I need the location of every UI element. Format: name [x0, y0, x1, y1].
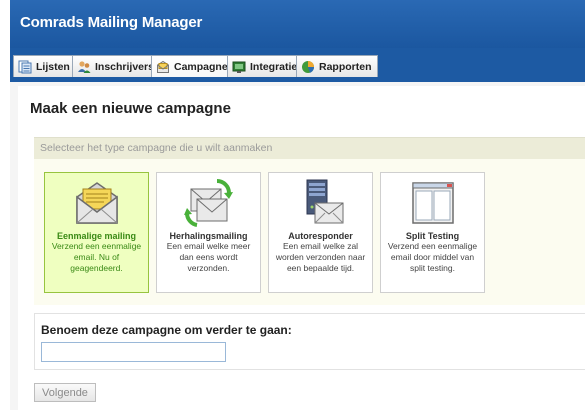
campaign-type-section: Selecteer het type campagne die u wilt a… [34, 137, 585, 305]
main-content: Maak een nieuwe campagne Selecteer het t… [10, 82, 585, 410]
tab-label: Lijsten [36, 60, 70, 73]
campaigns-icon [157, 60, 169, 73]
tab-bar: Lijsten Inschrijvers Campagnes Integrati… [10, 48, 585, 82]
tab-label: Rapporten [319, 60, 372, 73]
app-title: Comrads Mailing Manager [20, 14, 203, 31]
campaign-type-herhaling[interactable]: Herhalingsmailing Een email welke meer d… [156, 172, 261, 293]
campaign-type-split-testing[interactable]: Split Testing Verzend een eenmalige emai… [380, 172, 485, 293]
lists-icon [18, 60, 32, 73]
card-title: Split Testing [405, 231, 460, 241]
envelope-icon [75, 182, 118, 224]
tab-label: Integratie [250, 60, 298, 73]
card-title: Eenmalige mailing [56, 231, 137, 241]
card-description: Verzend een eenmalige email door middel … [387, 241, 478, 273]
subscribers-icon [78, 60, 91, 73]
campaign-name-input[interactable] [41, 342, 226, 362]
card-description: Een email welke meer dan eens wordt verz… [166, 241, 251, 273]
section-header: Selecteer het type campagne die u wilt a… [34, 138, 585, 159]
card-title: Herhalingsmailing [169, 231, 248, 241]
tab-inschrijvers[interactable]: Inschrijvers [72, 55, 160, 77]
autoresponder-icon [306, 179, 343, 224]
campaign-name-label: Benoem deze campagne om verder te gaan: [41, 323, 292, 337]
recurring-mail-icon [183, 179, 233, 227]
card-description: Een email welke zal worden verzonden naa… [275, 241, 366, 273]
tab-label: Campagnes [174, 60, 234, 73]
next-button[interactable]: Volgende [34, 383, 96, 402]
page-title: Maak een nieuwe campagne [30, 100, 231, 117]
app-header: Comrads Mailing Manager [10, 0, 585, 48]
campaign-type-eenmalige[interactable]: Eenmalige mailing Verzend een eenmalige … [44, 172, 149, 293]
campaign-type-autoresponder[interactable]: Autoresponder Een email welke zal worden… [268, 172, 373, 293]
split-window-icon [411, 182, 454, 224]
tab-integratie[interactable]: Integratie [227, 55, 304, 77]
card-description: Verzend een eenmalige email. Nu of geage… [51, 241, 142, 273]
card-title: Autoresponder [288, 231, 353, 241]
campaign-name-section: Benoem deze campagne om verder te gaan: [34, 313, 585, 370]
reports-icon [302, 60, 315, 73]
campaign-panel: Maak een nieuwe campagne Selecteer het t… [18, 86, 585, 410]
tab-label: Inschrijvers [95, 60, 154, 73]
tab-lijsten[interactable]: Lijsten [13, 55, 76, 77]
integration-icon [232, 61, 246, 73]
tab-rapporten[interactable]: Rapporten [296, 55, 378, 77]
